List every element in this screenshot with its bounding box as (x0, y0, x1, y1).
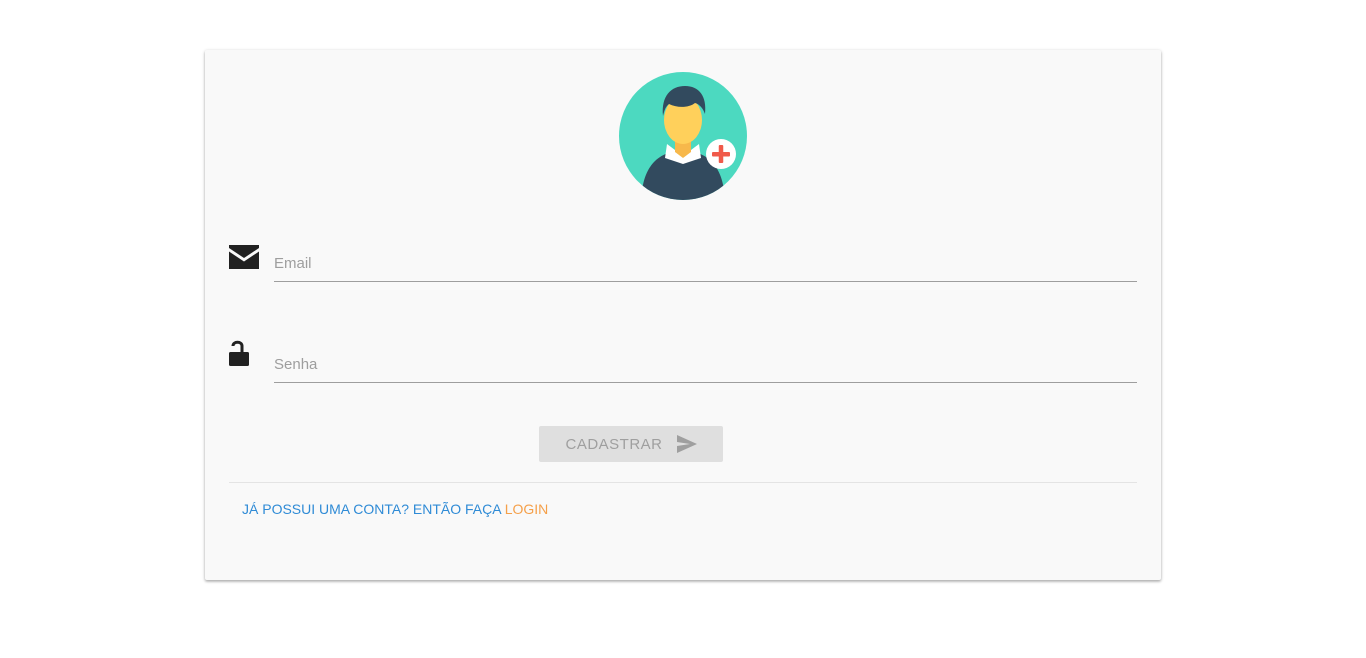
password-row (229, 340, 1137, 391)
login-word: LOGIN (504, 501, 549, 517)
envelope-icon (229, 242, 259, 272)
unlock-icon (229, 340, 259, 370)
email-field[interactable] (274, 246, 1137, 282)
signup-card: CADASTRAR JÁ POSSUI UMA CONTA? ENTÃO FAÇ… (205, 50, 1161, 580)
divider (229, 482, 1137, 483)
send-icon (676, 435, 697, 453)
login-link[interactable]: JÁ POSSUI UMA CONTA? ENTÃO FAÇA LOGIN (242, 501, 548, 517)
email-row (229, 240, 1137, 290)
login-prompt-text: JÁ POSSUI UMA CONTA? ENTÃO FAÇA (242, 501, 505, 517)
submit-button-label: CADASTRAR (565, 435, 663, 453)
password-field[interactable] (274, 347, 1137, 383)
submit-button[interactable]: CADASTRAR (539, 426, 723, 462)
user-add-avatar-icon (619, 72, 747, 200)
